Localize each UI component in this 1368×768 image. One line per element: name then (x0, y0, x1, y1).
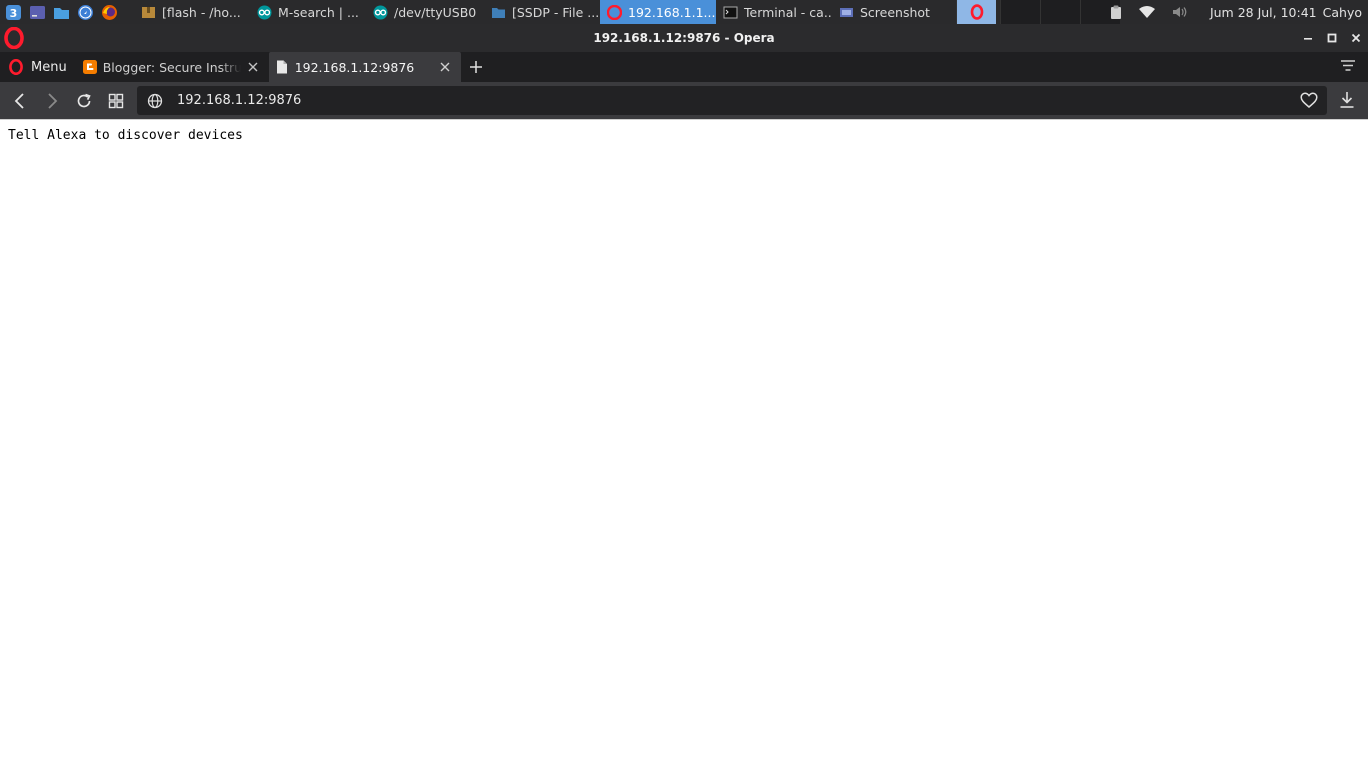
menu-label: Menu (31, 59, 67, 75)
workspace-2[interactable] (1000, 0, 1040, 24)
download-icon[interactable] (1338, 90, 1356, 110)
grid-icon (108, 93, 124, 108)
task-arduino-msearch[interactable]: M-search | ... (250, 0, 366, 24)
tab-local-device[interactable]: 192.168.1.12:9876 (268, 52, 461, 82)
maximize-button[interactable] (1322, 28, 1342, 48)
back-button[interactable] (4, 86, 36, 116)
wifi-icon[interactable] (1138, 5, 1156, 19)
svg-text:3: 3 (10, 7, 18, 20)
user-name[interactable]: Cahyo (1323, 5, 1362, 20)
tab-grid-button[interactable] (100, 86, 132, 116)
address-bar[interactable] (137, 86, 1327, 115)
workspace-3[interactable] (1040, 0, 1080, 24)
clipboard-icon[interactable] (1110, 5, 1122, 20)
window-title: 192.168.1.12:9876 - Opera (593, 31, 775, 45)
opera-logo-icon[interactable] (3, 27, 25, 49)
forward-arrow-icon (48, 92, 58, 109)
minimize-icon (1304, 38, 1312, 40)
url-input[interactable] (177, 93, 1277, 108)
globe-icon[interactable] (147, 93, 163, 109)
terminal-launcher-icon[interactable] (28, 3, 47, 22)
tab-blogger[interactable]: Blogger: Secure Instrum (76, 52, 269, 82)
page-viewport: Tell Alexa to discover devices (0, 120, 1368, 768)
tab-strip: Menu Blogger: Secure Instrum 192.168.1.1… (0, 52, 1368, 82)
folder-icon (490, 4, 506, 20)
task-screenshot[interactable]: Screenshot (832, 0, 948, 24)
arduino-icon (372, 4, 388, 20)
system-tray: Jum 28 Jul, 10:41 Cahyo (1102, 0, 1368, 24)
screenshot-icon (838, 4, 854, 20)
tab-label: Blogger: Secure Instrum (102, 59, 241, 75)
opera-menu-button[interactable]: Menu (0, 52, 77, 82)
task-terminal[interactable]: Terminal - ca... (716, 0, 832, 24)
terminal-icon (722, 4, 738, 20)
task-opera[interactable]: 192.168.1.1... (600, 0, 716, 24)
minimize-button[interactable] (1298, 28, 1318, 48)
whisker-menu-icon[interactable]: 3 (4, 3, 23, 22)
task-archive-manager[interactable]: [flash - /ho... (134, 0, 250, 24)
firefox-launcher-icon[interactable] (100, 3, 119, 22)
window-titlebar[interactable]: 192.168.1.12:9876 - Opera (0, 24, 1368, 52)
opera-icon (970, 4, 983, 20)
tab-close-button[interactable] (437, 59, 453, 75)
tab-close-button[interactable] (245, 59, 261, 75)
close-window-button[interactable] (1346, 28, 1366, 48)
browser-toolbar (0, 82, 1368, 119)
reload-icon (77, 93, 91, 107)
top-panel: 3 [flash - /ho... M-search | ... /dev/tt… (0, 0, 1368, 24)
workspace-switcher[interactable] (956, 0, 996, 24)
forward-button[interactable] (36, 86, 68, 116)
close-icon (440, 62, 450, 72)
archive-manager-icon (140, 4, 156, 20)
page-text: Tell Alexa to discover devices (8, 128, 243, 143)
launcher-area: 3 (0, 0, 124, 24)
opera-icon (9, 59, 23, 75)
back-arrow-icon (14, 92, 24, 109)
tab-label: 192.168.1.12:9876 (294, 59, 415, 75)
task-arduino-serial[interactable]: /dev/ttyUSB0 (366, 0, 484, 24)
blogger-icon (82, 60, 97, 74)
plus-icon (469, 61, 482, 73)
close-icon (248, 62, 258, 72)
clock[interactable]: Jum 28 Jul, 10:41 (1210, 5, 1317, 20)
taskbar: [flash - /ho... M-search | ... /dev/ttyU… (134, 0, 1120, 24)
task-file-manager[interactable]: [SSDP - File ... (484, 0, 600, 24)
heart-icon[interactable] (1300, 92, 1318, 109)
tab-menu-icon[interactable] (1340, 58, 1356, 74)
opera-icon (606, 4, 622, 20)
page-icon (275, 60, 289, 74)
file-manager-launcher-icon[interactable] (52, 3, 71, 22)
maximize-icon (1327, 33, 1337, 43)
volume-icon[interactable] (1172, 5, 1188, 19)
new-tab-button[interactable] (461, 52, 491, 82)
reload-button[interactable] (68, 86, 100, 116)
web-browser-launcher-icon[interactable] (76, 3, 95, 22)
arduino-icon (256, 4, 272, 20)
close-icon (1351, 33, 1361, 43)
